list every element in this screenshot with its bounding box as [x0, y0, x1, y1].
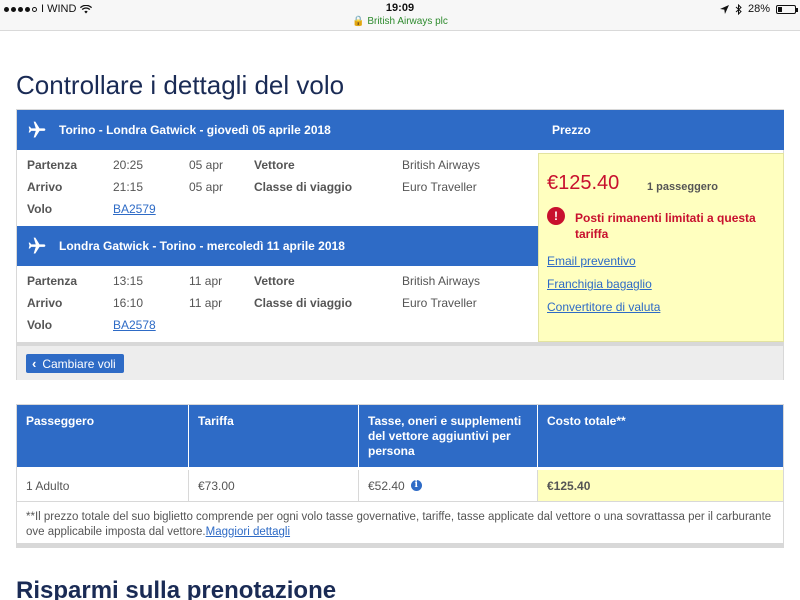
change-flights-button[interactable]: ‹ Cambiare voli — [26, 354, 124, 373]
passenger-cell: 1 Adulto — [17, 470, 189, 501]
lock-icon: 🔒 — [352, 16, 365, 27]
site-identity[interactable]: 🔒 British Airways plc — [0, 16, 800, 27]
column-header-passenger: Passeggero — [17, 405, 189, 467]
flight-number-link[interactable]: BA2579 — [113, 202, 156, 216]
battery-icon — [776, 4, 798, 14]
chevron-left-icon: ‹ — [32, 356, 37, 371]
departure-date: 05 apr — [189, 158, 224, 172]
column-header-fare: Tariffa — [189, 405, 359, 467]
flight-panel-footer: ‹ Cambiare voli — [17, 342, 783, 380]
arrival-time: 16:10 — [113, 296, 144, 310]
price-panel-header: Prezzo — [538, 110, 784, 150]
taxes-value: €52.40 — [368, 478, 405, 493]
segment-title: Londra Gatwick - Torino - mercoledì 11 a… — [59, 239, 345, 253]
more-details-link[interactable]: Maggiori dettagli — [206, 526, 290, 538]
segment-title: Torino - Londra Gatwick - giovedì 05 apr… — [59, 123, 331, 137]
flight-details-panel: Torino - Londra Gatwick - giovedì 05 apr… — [16, 109, 784, 380]
currency-converter-link[interactable]: Convertitore di valuta — [547, 300, 660, 314]
site-name: British Airways plc — [367, 16, 448, 27]
departure-date: 11 apr — [189, 274, 223, 288]
bluetooth-icon — [735, 3, 742, 15]
flight-number-link[interactable]: BA2578 — [113, 318, 156, 332]
status-bar: I WIND 19:09 🔒 British Airways plc 28% — [0, 0, 800, 31]
price-footnote: **Il prezzo totale del suo biglietto com… — [17, 501, 783, 548]
clock: 19:09 — [385, 2, 415, 14]
class-label: Classe di viaggio — [254, 180, 353, 194]
carrier-value: British Airways — [402, 274, 481, 288]
carrier-value: British Airways — [402, 158, 481, 172]
battery-percent: 28% — [747, 3, 770, 15]
info-icon[interactable]: i — [410, 480, 422, 491]
arrival-time: 21:15 — [113, 180, 144, 194]
flight-label: Volo — [27, 202, 53, 216]
price-summary-box: €125.40 1 passeggero ! Posti rimanenti l… — [538, 153, 784, 342]
departure-label: Partenza — [27, 274, 78, 288]
total-cell: €125.40 — [538, 470, 783, 501]
column-header-total: Costo totale** — [538, 405, 783, 467]
price-panel: Prezzo €125.40 1 passeggero ! Posti rima… — [538, 110, 784, 342]
alert-icon: ! — [547, 207, 565, 225]
baggage-allowance-link[interactable]: Franchigia bagaglio — [547, 277, 652, 291]
segment-header-outbound: Torino - Londra Gatwick - giovedì 05 apr… — [17, 110, 538, 150]
segment-details-return: Partenza 13:15 11 apr Vettore British Ai… — [17, 266, 538, 342]
arrival-date: 05 apr — [189, 180, 224, 194]
fare-breakdown-table: Passeggero Tariffa Tasse, oneri e supple… — [16, 404, 784, 548]
carrier-label: Vettore — [254, 158, 295, 172]
footnote-text: **Il prezzo totale del suo biglietto com… — [26, 511, 772, 538]
limited-seats-warning: Posti rimanenti limitati a questa tariff… — [575, 211, 756, 241]
carrier-label: Vettore — [254, 274, 295, 288]
fare-cell: €73.00 — [189, 470, 359, 501]
table-row: 1 Adulto €73.00 €52.40 i €125.40 — [17, 467, 783, 501]
departure-time: 13:15 — [113, 274, 144, 288]
column-header-taxes: Tasse, oneri e supplementi del vettore a… — [359, 405, 538, 467]
change-flights-label: Cambiare voli — [42, 356, 116, 371]
flight-label: Volo — [27, 318, 53, 332]
email-quote-link[interactable]: Email preventivo — [547, 254, 636, 268]
arrival-date: 11 apr — [189, 296, 223, 310]
class-value: Euro Traveller — [402, 296, 477, 310]
page-title: Controllare i dettagli del volo — [16, 70, 345, 100]
taxes-cell: €52.40 i — [359, 470, 538, 501]
passenger-count: 1 passeggero — [647, 181, 718, 193]
arrival-label: Arrivo — [27, 180, 63, 194]
airplane-icon — [28, 237, 46, 254]
departure-time: 20:25 — [113, 158, 144, 172]
savings-section-heading: Risparmi sulla prenotazione — [16, 577, 337, 600]
total-price: €125.40 — [547, 172, 620, 194]
class-label: Classe di viaggio — [254, 296, 353, 310]
segment-header-return: Londra Gatwick - Torino - mercoledì 11 a… — [17, 226, 538, 266]
table-header-row: Passeggero Tariffa Tasse, oneri e supple… — [17, 405, 783, 467]
segment-details-outbound: Partenza 20:25 05 apr Vettore British Ai… — [17, 150, 538, 226]
location-arrow-icon — [719, 4, 729, 14]
airplane-icon — [28, 121, 46, 138]
departure-label: Partenza — [27, 158, 78, 172]
class-value: Euro Traveller — [402, 180, 477, 194]
arrival-label: Arrivo — [27, 296, 63, 310]
